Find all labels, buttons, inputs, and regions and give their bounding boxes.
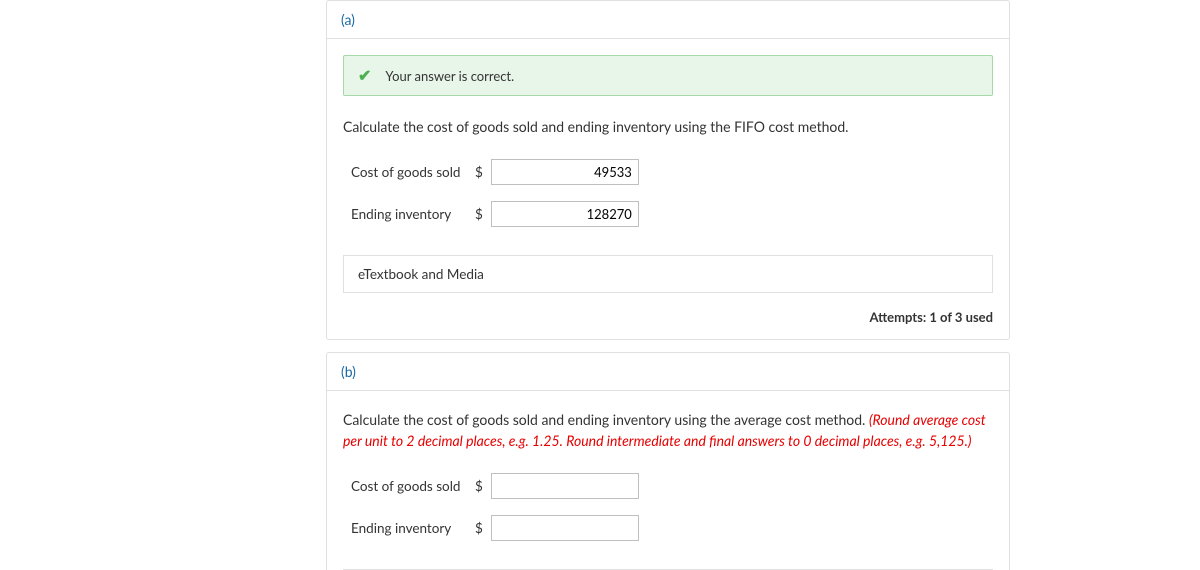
dollar-sign: $ <box>475 520 483 536</box>
dollar-sign: $ <box>475 164 483 180</box>
cogs-row-b: Cost of goods sold $ <box>327 469 1009 503</box>
ending-input-a[interactable] <box>491 201 639 227</box>
ending-label-a: Ending inventory <box>351 206 467 222</box>
correct-message: Your answer is correct. <box>385 68 514 84</box>
part-b-instruction: Calculate the cost of goods sold and end… <box>327 391 1009 469</box>
attempts-a: Attempts: 1 of 3 used <box>327 303 1009 339</box>
part-a-header[interactable]: (a) <box>327 1 1009 39</box>
part-a-card: (a) ✔ Your answer is correct. Calculate … <box>326 0 1010 340</box>
instruction-main: Calculate the cost of goods sold and end… <box>343 411 869 428</box>
part-b-header[interactable]: (b) <box>327 353 1009 391</box>
dollar-sign: $ <box>475 478 483 494</box>
dollar-sign: $ <box>475 206 483 222</box>
cogs-label-b: Cost of goods sold <box>351 478 467 494</box>
ending-label-b: Ending inventory <box>351 520 467 536</box>
etextbook-link-a[interactable]: eTextbook and Media <box>343 255 993 293</box>
ending-input-b[interactable] <box>491 515 639 541</box>
ending-row-a: Ending inventory $ <box>327 197 1009 231</box>
cogs-input-a[interactable] <box>491 159 639 185</box>
ending-row-b: Ending inventory $ <box>327 511 1009 545</box>
correct-banner: ✔ Your answer is correct. <box>343 55 993 96</box>
cogs-row-a: Cost of goods sold $ <box>327 155 1009 189</box>
part-b-card: (b) Calculate the cost of goods sold and… <box>326 352 1010 570</box>
cogs-label-a: Cost of goods sold <box>351 164 467 180</box>
part-a-instruction: Calculate the cost of goods sold and end… <box>327 110 1009 155</box>
check-icon: ✔ <box>358 66 371 85</box>
cogs-input-b[interactable] <box>491 473 639 499</box>
